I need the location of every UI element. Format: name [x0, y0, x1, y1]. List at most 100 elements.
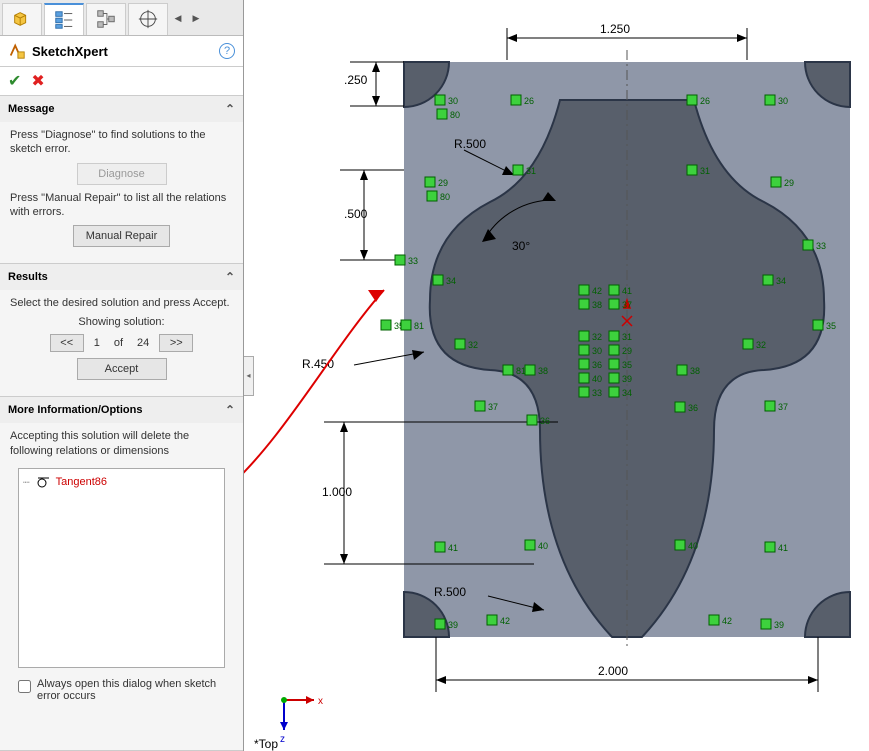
svg-text:39: 39	[774, 620, 784, 630]
svg-text:39: 39	[622, 374, 632, 384]
list-item-label: Tangent86	[56, 476, 107, 488]
svg-text:32: 32	[468, 340, 478, 350]
diagnose-button: Diagnose	[77, 163, 167, 185]
svg-text:37: 37	[622, 300, 632, 310]
section-more-info-header[interactable]: More Information/Options ⌃	[0, 397, 243, 423]
section-results-label: Results	[8, 271, 48, 283]
cancel-icon[interactable]: ✖	[31, 71, 44, 91]
svg-text:R.500: R.500	[434, 585, 466, 599]
dimension[interactable]: .250	[344, 62, 404, 106]
svg-text:33: 33	[592, 388, 602, 398]
more-info-msg: Accepting this solution will delete the …	[10, 429, 233, 458]
view-label: *Top	[254, 737, 278, 751]
svg-text:40: 40	[688, 541, 698, 551]
svg-text:R.450: R.450	[302, 357, 334, 371]
svg-text:1.250: 1.250	[600, 22, 630, 36]
next-button[interactable]: >>	[159, 334, 193, 352]
message-line1: Press "Diagnose" to find solutions to th…	[10, 128, 233, 157]
panel-title-row: SketchXpert ?	[0, 36, 243, 67]
svg-text:37: 37	[778, 402, 788, 412]
svg-text:2.000: 2.000	[598, 664, 628, 678]
svg-text:29: 29	[784, 178, 794, 188]
tangent-icon	[36, 475, 50, 489]
tab-feature-manager[interactable]	[2, 3, 42, 35]
svg-text:40: 40	[538, 541, 548, 551]
svg-text:81: 81	[414, 321, 424, 331]
tab-scroll-right[interactable]: ▶	[188, 4, 204, 34]
svg-text:x: x	[318, 696, 323, 707]
svg-text:37: 37	[488, 402, 498, 412]
panel-tabbar: ◀ ▶	[0, 0, 243, 36]
tab-scroll-left[interactable]: ◀	[170, 4, 186, 34]
svg-text:26: 26	[700, 96, 710, 106]
sketch-canvas[interactable]: 1.250 .250 R.500 .500 30° R.450	[244, 0, 869, 751]
svg-text:41: 41	[448, 543, 458, 553]
svg-text:32: 32	[756, 340, 766, 350]
svg-text:34: 34	[446, 276, 456, 286]
section-results: Results ⌃ Select the desired solution an…	[0, 264, 243, 397]
svg-text:29: 29	[438, 178, 448, 188]
svg-text:42: 42	[500, 616, 510, 626]
tab-dimxpert[interactable]	[128, 3, 168, 35]
section-message-label: Message	[8, 103, 54, 115]
svg-text:38: 38	[690, 366, 700, 376]
svg-text:38: 38	[592, 300, 602, 310]
tab-configuration-manager[interactable]	[86, 3, 126, 35]
list-item[interactable]: ┈ Tangent86	[23, 473, 220, 491]
svg-text:31: 31	[622, 332, 632, 342]
section-message: Message ⌃ Press "Diagnose" to find solut…	[0, 96, 243, 264]
section-results-header[interactable]: Results ⌃	[0, 264, 243, 290]
always-open-checkbox-row[interactable]: Always open this dialog when sketch erro…	[10, 674, 233, 710]
always-open-checkbox[interactable]	[18, 680, 31, 693]
svg-text:40: 40	[592, 374, 602, 384]
panel-title: SketchXpert	[32, 44, 213, 59]
ok-cancel-row: ✔ ✖	[0, 67, 243, 96]
svg-text:39: 39	[448, 620, 458, 630]
property-manager-panel: ◀ ▶ SketchXpert ? ✔ ✖ Message ⌃ Press "D…	[0, 0, 244, 751]
svg-text:80: 80	[450, 110, 460, 120]
page-current: 1	[90, 337, 104, 349]
svg-text:36: 36	[688, 403, 698, 413]
section-more-info: More Information/Options ⌃ Accepting thi…	[0, 397, 243, 751]
help-icon[interactable]: ?	[219, 43, 235, 59]
accept-button[interactable]: Accept	[77, 358, 167, 380]
dimension[interactable]: .500	[340, 170, 404, 260]
svg-text:.250: .250	[344, 73, 368, 87]
collapse-icon: ⌃	[225, 270, 235, 284]
svg-text:35: 35	[826, 321, 836, 331]
prev-button[interactable]: <<	[50, 334, 84, 352]
svg-text:31: 31	[526, 166, 536, 176]
ok-icon[interactable]: ✔	[8, 71, 21, 91]
graphics-area[interactable]: ◂ 1.250 .250 R	[244, 0, 869, 751]
tab-property-manager[interactable]	[44, 3, 84, 35]
section-message-header[interactable]: Message ⌃	[0, 96, 243, 122]
svg-text:30: 30	[448, 96, 458, 106]
svg-text:36: 36	[540, 416, 550, 426]
results-showing: Showing solution:	[10, 316, 233, 328]
svg-text:33: 33	[816, 241, 826, 251]
svg-text:30°: 30°	[512, 239, 530, 253]
page-of: of	[110, 337, 127, 349]
section-more-info-label: More Information/Options	[8, 404, 142, 416]
results-paging: << 1 of 24 >>	[10, 334, 233, 352]
svg-text:33: 33	[408, 256, 418, 266]
svg-text:41: 41	[778, 543, 788, 553]
svg-text:36: 36	[592, 360, 602, 370]
always-open-label: Always open this dialog when sketch erro…	[37, 678, 225, 702]
svg-text:42: 42	[722, 616, 732, 626]
manual-repair-button[interactable]: Manual Repair	[73, 225, 171, 247]
collapse-icon: ⌃	[225, 102, 235, 116]
view-triad: x z	[280, 696, 323, 745]
svg-text:34: 34	[622, 388, 632, 398]
relations-listbox[interactable]: ┈ Tangent86	[18, 468, 225, 668]
svg-text:30: 30	[592, 346, 602, 356]
svg-text:38: 38	[538, 366, 548, 376]
message-line2: Press "Manual Repair" to list all the re…	[10, 191, 233, 220]
svg-text:34: 34	[776, 276, 786, 286]
svg-text:26: 26	[524, 96, 534, 106]
svg-text:41: 41	[622, 286, 632, 296]
svg-text:31: 31	[700, 166, 710, 176]
svg-text:29: 29	[622, 346, 632, 356]
svg-text:R.500: R.500	[454, 137, 486, 151]
collapse-icon: ⌃	[225, 403, 235, 417]
